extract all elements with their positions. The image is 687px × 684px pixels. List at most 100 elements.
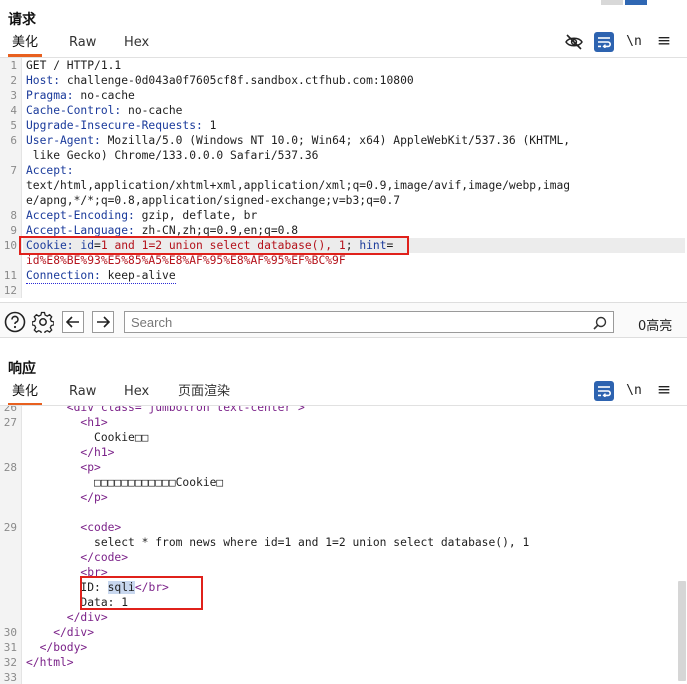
code-line: </div> xyxy=(26,625,94,640)
code-token: 1 xyxy=(209,119,217,132)
search-input[interactable] xyxy=(131,314,581,330)
line-number: 6 xyxy=(10,134,17,147)
help-icon[interactable] xyxy=(4,311,26,333)
arrow-left-icon[interactable] xyxy=(62,311,84,333)
code-token: □□□□□□□□□□□□Cookie□ xyxy=(26,476,224,489)
code-token: id xyxy=(80,239,95,252)
wrap-lines-icon[interactable] xyxy=(594,32,614,52)
arrow-right-icon[interactable] xyxy=(92,311,114,333)
search-icon[interactable] xyxy=(593,315,607,334)
code-token: keep-alive xyxy=(107,269,176,282)
code-line: □□□□□□□□□□□□Cookie□ xyxy=(26,475,223,490)
response-title: 响应 xyxy=(8,361,36,377)
request-tab-raw[interactable]: Raw xyxy=(69,31,96,57)
search-bar: 0高亮 xyxy=(0,302,687,338)
code-line: User-Agent: Mozilla/5.0 (Windows NT 10.0… xyxy=(26,133,570,148)
newline-toggle-button[interactable]: \n xyxy=(624,380,644,400)
strip-segment-gray xyxy=(601,0,623,5)
line-number: 26 xyxy=(3,406,17,414)
response-tab-hex[interactable]: Hex xyxy=(124,380,149,406)
code-line: id%E8%BE%93%E5%85%A5%E8%AF%95%E8%AF%95%E… xyxy=(26,253,346,268)
line-number: 7 xyxy=(10,164,17,177)
code-line: Accept-Encoding: gzip, deflate, br xyxy=(26,208,257,223)
menu-icon[interactable]: ≡ xyxy=(654,31,674,51)
code-token: Cookie: xyxy=(26,239,81,252)
code-line: </h1> xyxy=(26,445,114,460)
code-token: </p> xyxy=(26,491,108,504)
response-tab-pretty[interactable]: 美化 xyxy=(7,380,43,406)
request-tab-hex[interactable]: Hex xyxy=(124,31,149,57)
line-number: 1 xyxy=(10,59,17,72)
code-line: <div class="jumbotron text-center"> xyxy=(26,406,305,415)
code-line: </div> xyxy=(26,610,108,625)
search-match-count: 0高亮 xyxy=(638,319,673,334)
code-token: ID: xyxy=(26,581,108,594)
code-line: Cache-Control: no-cache xyxy=(26,103,182,118)
code-token: Accept: xyxy=(26,164,74,177)
line-number: 28 xyxy=(3,461,17,474)
request-title: 请求 xyxy=(8,12,36,28)
code-token: <h1> xyxy=(26,416,108,429)
code-line: like Gecko) Chrome/133.0.0.0 Safari/537.… xyxy=(26,148,319,163)
code-token: </br> xyxy=(134,581,169,594)
code-line: Pragma: no-cache xyxy=(26,88,135,103)
code-line: Data: 1 xyxy=(26,595,128,610)
line-number: 30 xyxy=(3,626,17,639)
code-token: <p> xyxy=(26,461,101,474)
code-line: text/html,application/xhtml+xml,applicat… xyxy=(26,178,570,193)
response-tabs: 美化 Raw Hex 页面渲染 xyxy=(0,380,687,406)
code-line: <br> xyxy=(26,565,107,580)
code-token: zh-CN,zh;q=0.9,en;q=0.8 xyxy=(141,224,299,237)
wrap-lines-icon[interactable] xyxy=(594,381,614,401)
code-token: no-cache xyxy=(80,89,135,102)
code-line: Host: challenge-0d043a0f7605cf8f.sandbox… xyxy=(26,73,414,88)
code-line: <h1> xyxy=(26,415,108,430)
code-token: Accept-Encoding: xyxy=(26,209,142,222)
request-tab-pretty[interactable]: 美化 xyxy=(7,31,43,57)
code-token: <div class="jumbotron text-center"> xyxy=(26,406,305,414)
code-token: Upgrade-Insecure-Requests: xyxy=(26,119,210,132)
code-token: gzip, deflate, br xyxy=(141,209,258,222)
window-controls-strip xyxy=(601,0,647,5)
gear-icon[interactable] xyxy=(32,311,54,333)
code-token: </div> xyxy=(26,611,108,624)
code-line: Cookie□□ xyxy=(26,430,148,445)
code-token: Cookie□□ xyxy=(26,431,149,444)
code-token: select * from news where id=1 and 1=2 un… xyxy=(26,536,530,549)
code-token: = xyxy=(94,239,101,252)
response-scrollbar-thumb[interactable] xyxy=(678,581,686,681)
line-number: 11 xyxy=(3,269,17,282)
code-token: id%E8%BE%93%E5%85%A5%E8%AF%95%E8%AF%95%E… xyxy=(26,254,346,267)
code-token: Accept-Language: xyxy=(26,224,142,237)
eye-off-icon[interactable] xyxy=(564,32,584,52)
code-token: Pragma: xyxy=(26,89,81,102)
code-token: Cache-Control: xyxy=(26,104,129,117)
response-tab-render[interactable]: 页面渲染 xyxy=(178,380,230,406)
menu-icon[interactable]: ≡ xyxy=(654,380,674,400)
response-tab-raw[interactable]: Raw xyxy=(69,380,96,406)
request-editor[interactable]: 1 GET / HTTP/1.1 2 Host: challenge-0d043a0f… xyxy=(0,58,687,298)
code-line: Connection: keep-alive xyxy=(26,268,176,284)
code-line: e/apng,*/*;q=0.8,application/signed-exch… xyxy=(26,193,400,208)
code-token: Data: 1 xyxy=(26,596,129,609)
code-token: no-cache xyxy=(128,104,183,117)
code-token: like Gecko) Chrome/133.0.0.0 Safari/537.… xyxy=(26,149,319,162)
line-number: 33 xyxy=(3,671,17,684)
code-line: <p> xyxy=(26,460,101,475)
code-line: <code> xyxy=(26,520,121,535)
response-editor[interactable]: 26 <div class="jumbotron text-center"> 27… xyxy=(0,406,687,684)
code-token: = xyxy=(386,239,394,252)
line-number: 2 xyxy=(10,74,17,87)
code-line: </html> xyxy=(26,655,74,670)
code-token: Mozilla/5.0 (Windows NT 10.0; Win64; x64… xyxy=(107,134,571,147)
code-token: </div> xyxy=(26,626,95,639)
line-number: 27 xyxy=(3,416,17,429)
line-number: 5 xyxy=(10,119,17,132)
line-number: 10 xyxy=(3,239,17,252)
code-token: hint xyxy=(359,239,387,252)
code-line: </code> xyxy=(26,550,128,565)
line-number: 12 xyxy=(3,284,17,297)
line-number: 8 xyxy=(10,209,17,222)
newline-toggle-button[interactable]: \n xyxy=(624,31,644,51)
line-number: 4 xyxy=(10,104,17,117)
